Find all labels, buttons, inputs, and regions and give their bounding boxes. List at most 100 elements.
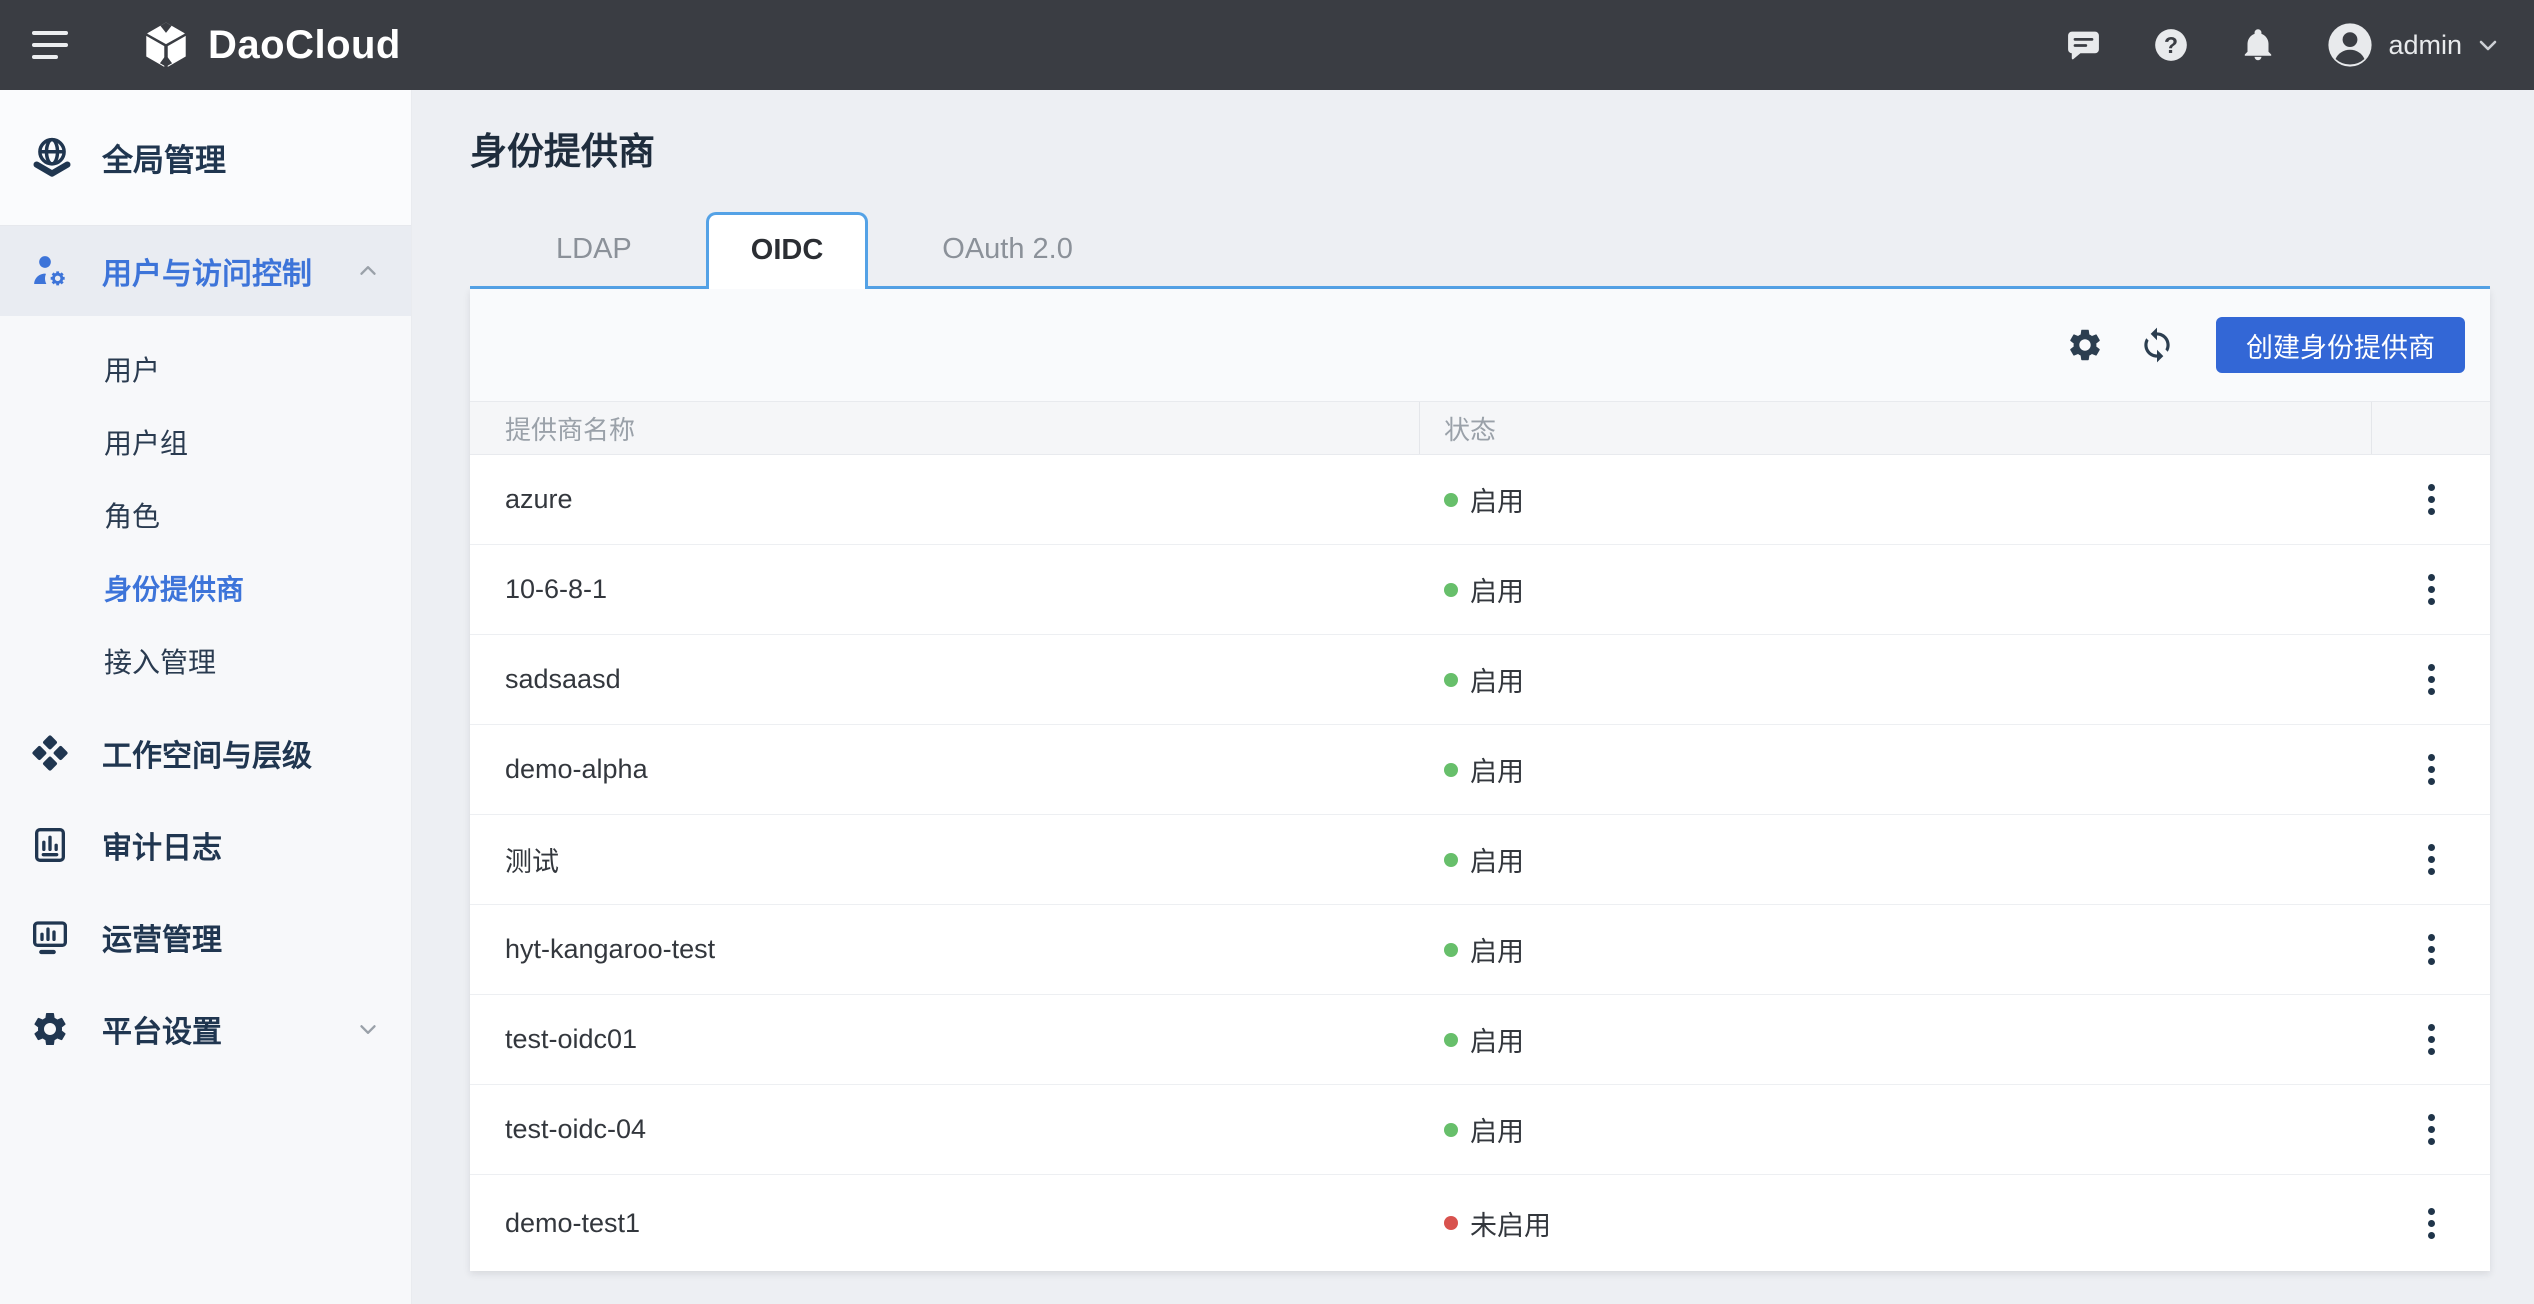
operations-icon xyxy=(30,917,70,957)
provider-name: azure xyxy=(470,484,1420,515)
column-header-actions xyxy=(2372,402,2490,454)
table-row: demo-alpha 启用 xyxy=(470,725,2490,815)
kebab-menu-icon[interactable] xyxy=(2412,564,2451,615)
kebab-menu-icon[interactable] xyxy=(2412,1104,2451,1155)
status-label: 启用 xyxy=(1470,1110,1524,1149)
provider-status: 启用 xyxy=(1420,660,2372,699)
create-provider-button[interactable]: 创建身份提供商 xyxy=(2216,317,2465,373)
sidebar-item-users-access-control[interactable]: 用户与访问控制 xyxy=(0,226,411,316)
column-header-name: 提供商名称 xyxy=(470,402,1420,454)
provider-status: 启用 xyxy=(1420,840,2372,879)
refresh-icon[interactable] xyxy=(2138,326,2176,364)
status-dot xyxy=(1444,1216,1458,1230)
chevron-down-icon xyxy=(2476,33,2500,57)
provider-status: 启用 xyxy=(1420,1110,2372,1149)
status-dot xyxy=(1444,943,1458,957)
status-dot xyxy=(1444,1123,1458,1137)
status-dot xyxy=(1444,583,1458,597)
gear-icon[interactable] xyxy=(2066,326,2104,364)
globe-icon xyxy=(30,136,74,180)
tab-oidc[interactable]: OIDC xyxy=(706,212,869,289)
table-row: hyt-kangaroo-test 启用 xyxy=(470,905,2490,995)
help-icon[interactable]: ? xyxy=(2152,26,2190,64)
status-dot xyxy=(1444,1033,1458,1047)
table-row: azure 启用 xyxy=(470,455,2490,545)
sidebar-item-identity-providers[interactable]: 身份提供商 xyxy=(0,551,411,624)
topbar: DaoCloud ? xyxy=(0,0,2534,90)
provider-status: 启用 xyxy=(1420,570,2372,609)
tab-oauth2[interactable]: OAuth 2.0 xyxy=(900,212,1115,286)
kebab-menu-icon[interactable] xyxy=(2412,924,2451,975)
kebab-menu-icon[interactable] xyxy=(2412,474,2451,525)
bell-icon[interactable] xyxy=(2240,27,2276,63)
tab-ldap[interactable]: LDAP xyxy=(514,212,674,286)
provider-name: 10-6-8-1 xyxy=(470,574,1420,605)
sidebar-item-roles[interactable]: 角色 xyxy=(0,478,411,551)
kebab-menu-icon[interactable] xyxy=(2412,834,2451,885)
table-row: sadsaasd 启用 xyxy=(470,635,2490,725)
sidebar: 全局管理 用户与访问控制 用户 用户组 角色 xyxy=(0,90,412,1304)
kebab-menu-icon[interactable] xyxy=(2412,1014,2451,1065)
table-row: test-oidc01 启用 xyxy=(470,995,2490,1085)
provider-status: 启用 xyxy=(1420,1020,2372,1059)
status-label: 未启用 xyxy=(1470,1204,1551,1243)
table-row: test-oidc-04 启用 xyxy=(470,1085,2490,1175)
sidebar-item-user-groups[interactable]: 用户组 xyxy=(0,405,411,478)
provider-status: 启用 xyxy=(1420,480,2372,519)
sidebar-item-workspace-hierarchy[interactable]: 工作空间与层级 xyxy=(0,707,411,799)
provider-status: 启用 xyxy=(1420,750,2372,789)
kebab-menu-icon[interactable] xyxy=(2412,654,2451,705)
provider-status: 未启用 xyxy=(1420,1204,2372,1243)
sidebar-item-operations-management[interactable]: 运营管理 xyxy=(0,891,411,983)
column-header-status: 状态 xyxy=(1420,402,2372,454)
status-label: 启用 xyxy=(1470,750,1524,789)
sidebar-item-global-management[interactable]: 全局管理 xyxy=(0,90,411,226)
provider-name: hyt-kangaroo-test xyxy=(470,934,1420,965)
table-row: demo-test1 未启用 xyxy=(470,1175,2490,1271)
status-dot xyxy=(1444,763,1458,777)
username: admin xyxy=(2388,30,2462,61)
avatar-icon xyxy=(2326,21,2374,69)
status-label: 启用 xyxy=(1470,930,1524,969)
provider-name: demo-test1 xyxy=(470,1208,1420,1239)
user-menu[interactable]: admin xyxy=(2326,21,2500,69)
sidebar-item-audit-logs[interactable]: 审计日志 xyxy=(0,799,411,891)
topbar-actions: ? admin xyxy=(2065,21,2500,69)
chat-icon[interactable] xyxy=(2065,27,2102,64)
sidebar-item-label: 用户与访问控制 xyxy=(102,249,312,293)
brand[interactable]: DaoCloud xyxy=(140,19,401,71)
kebab-menu-icon[interactable] xyxy=(2412,1198,2451,1249)
sidebar-item-label: 平台设置 xyxy=(102,1007,222,1051)
provider-name: 测试 xyxy=(470,840,1420,879)
sidebar-item-label: 运营管理 xyxy=(102,915,222,959)
status-label: 启用 xyxy=(1470,480,1524,519)
toolbar: 创建身份提供商 xyxy=(470,289,2490,401)
menu-icon[interactable] xyxy=(32,31,68,59)
provider-name: sadsaasd xyxy=(470,664,1420,695)
sidebar-item-users[interactable]: 用户 xyxy=(0,332,411,405)
sidebar-item-platform-settings[interactable]: 平台设置 xyxy=(0,983,411,1075)
tab-panel: 创建身份提供商 提供商名称 状态 azure 启用 10-6-8-1 启用 xyxy=(470,289,2490,1271)
page-title: 身份提供商 xyxy=(470,126,2490,178)
provider-name: demo-alpha xyxy=(470,754,1420,785)
kebab-menu-icon[interactable] xyxy=(2412,744,2451,795)
main-content: 身份提供商 LDAP OIDC OAuth 2.0 创建身份提供商 xyxy=(412,90,2534,1304)
provider-name: test-oidc-04 xyxy=(470,1114,1420,1145)
audit-log-icon xyxy=(30,825,70,865)
sidebar-item-label: 审计日志 xyxy=(102,823,222,867)
sidebar-item-access-management[interactable]: 接入管理 xyxy=(0,624,411,697)
status-dot xyxy=(1444,493,1458,507)
provider-status: 启用 xyxy=(1420,930,2372,969)
table-row: 测试 启用 xyxy=(470,815,2490,905)
sidebar-submenu: 用户 用户组 角色 身份提供商 接入管理 xyxy=(0,316,411,707)
user-gear-icon xyxy=(30,251,70,291)
status-dot xyxy=(1444,853,1458,867)
sidebar-item-label: 工作空间与层级 xyxy=(102,731,312,775)
table-body: azure 启用 10-6-8-1 启用 sadsaasd 启用 demo-al… xyxy=(470,455,2490,1271)
svg-text:?: ? xyxy=(2164,32,2178,58)
status-label: 启用 xyxy=(1470,1020,1524,1059)
tab-bar: LDAP OIDC OAuth 2.0 xyxy=(470,212,2490,289)
brand-name: DaoCloud xyxy=(208,23,401,68)
gear-icon xyxy=(30,1009,70,1049)
chevron-down-icon xyxy=(355,1016,381,1042)
